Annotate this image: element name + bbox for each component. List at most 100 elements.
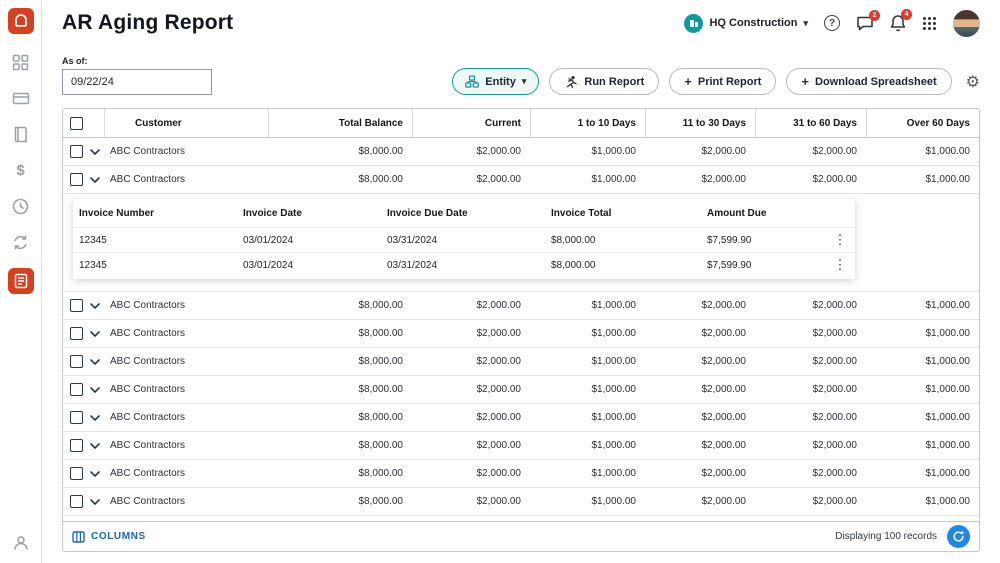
company-switcher[interactable]: HQ Construction ▾ [684,14,808,33]
row-actions-kebab-icon[interactable]: ⋮ [825,257,855,273]
days-31-60-cell: $2,000.00 [755,300,866,311]
current-cell: $2,000.00 [412,300,530,311]
download-spreadsheet-button[interactable]: + Download Spreadsheet [786,68,951,95]
row-checkbox[interactable] [70,145,83,158]
table-row[interactable]: ABC Contractors $8,000.00 $2,000.00 $1,0… [63,320,979,348]
row-checkbox[interactable] [70,439,83,452]
table-row[interactable]: ABC Contractors $8,000.00 $2,000.00 $1,0… [63,292,979,320]
columns-icon [72,531,85,543]
days-1-10-cell: $1,000.00 [530,440,645,451]
ledger-icon [13,126,28,143]
row-checkbox[interactable] [70,411,83,424]
print-report-button[interactable]: + Print Report [669,68,776,95]
aging-report-table: Customer Total Balance Current 1 to 10 D… [62,108,980,552]
days-31-60-cell: $2,000.00 [755,146,866,157]
row-expand-chevron-icon[interactable] [90,359,100,365]
table-row[interactable]: ABC Contractors $8,000.00 $2,000.00 $1,0… [63,166,979,194]
invoice-number-cell: 12345 [79,235,243,246]
row-expand-chevron-icon[interactable] [90,499,100,505]
notifications-button[interactable]: 4 [890,14,906,32]
invoice-number-cell: 12345 [79,260,243,271]
columns-button[interactable]: COLUMNS [72,531,146,543]
sidebar-item-support[interactable] [11,533,31,553]
row-expand-chevron-icon[interactable] [90,303,100,309]
row-checkbox[interactable] [70,467,83,480]
days-1-10-cell: $1,000.00 [530,356,645,367]
user-avatar[interactable] [953,10,980,37]
days-1-10-cell: $1,000.00 [530,300,645,311]
as-of-date-input[interactable] [71,76,213,88]
days-31-60-cell: $2,000.00 [755,174,866,185]
help-icon: ? [829,18,835,29]
days-31-60-cell: $2,000.00 [755,440,866,451]
table-row[interactable]: ABC Contractors $8,000.00 $2,000.00 $1,0… [63,488,979,516]
days-11-30-cell: $2,000.00 [645,146,755,157]
select-all-checkbox[interactable] [70,117,83,130]
invoice-date-cell: 03/01/2024 [243,260,387,271]
invoice-row[interactable]: 12345 03/01/2024 03/31/2024 $8,000.00 $7… [73,227,855,252]
over-60-cell: $1,000.00 [866,412,979,423]
invoice-row[interactable]: 12345 03/01/2024 03/31/2024 $8,000.00 $7… [73,252,855,277]
app-grid-button[interactable] [922,16,937,31]
dollar-icon: $ [16,162,24,179]
amount-due-cell: $7,599.90 [707,235,825,246]
total-balance-cell: $8,000.00 [268,356,412,367]
header-over-60-days: Over 60 Days [866,109,979,137]
sidebar-item-billing[interactable]: $ [11,160,31,180]
row-expand-chevron-icon[interactable] [90,471,100,477]
days-1-10-cell: $1,000.00 [530,328,645,339]
app-logo[interactable] [8,8,34,34]
sidebar-item-dashboard[interactable] [11,52,31,72]
table-row[interactable]: ABC Contractors $8,000.00 $2,000.00 $1,0… [63,432,979,460]
current-cell: $2,000.00 [412,146,530,157]
table-row[interactable]: ABC Contractors $8,000.00 $2,000.00 $1,0… [63,376,979,404]
as-of-date-field[interactable] [62,69,212,95]
invoice-total-cell: $8,000.00 [551,260,707,271]
refresh-icon [952,530,965,543]
row-expand-chevron-icon[interactable] [90,177,100,183]
row-checkbox[interactable] [70,495,83,508]
row-checkbox[interactable] [70,383,83,396]
header-invoice-due-date: Invoice Due Date [387,208,551,219]
sidebar-item-reports-active[interactable] [8,268,34,294]
sidebar-item-history[interactable] [11,196,31,216]
chat-button[interactable]: 2 [856,15,874,32]
print-report-label: Print Report [698,76,762,88]
sync-icon [12,234,29,251]
table-row[interactable]: ABC Contractors $8,000.00 $2,000.00 $1,0… [63,348,979,376]
dashboard-icon [12,54,29,71]
row-expand-chevron-icon[interactable] [90,331,100,337]
total-balance-cell: $8,000.00 [268,440,412,451]
table-row[interactable]: ABC Contractors $8,000.00 $2,000.00 $1,0… [63,460,979,488]
as-of-label: As of: [62,56,212,66]
chat-badge: 2 [869,10,880,21]
days-1-10-cell: $1,000.00 [530,174,645,185]
row-checkbox[interactable] [70,173,83,186]
row-actions-kebab-icon[interactable]: ⋮ [825,232,855,248]
sidebar-item-ledger[interactable] [11,124,31,144]
sidebar-item-payments[interactable] [11,88,31,108]
row-checkbox[interactable] [70,299,83,312]
row-expand-chevron-icon[interactable] [90,415,100,421]
row-checkbox[interactable] [70,355,83,368]
row-expand-chevron-icon[interactable] [90,149,100,155]
settings-gear-icon[interactable]: ⚙ [966,72,980,92]
row-expand-chevron-icon[interactable] [90,387,100,393]
invoice-subtable-header: Invoice Number Invoice Date Invoice Due … [73,199,855,227]
plus-icon: + [684,75,692,88]
row-expand-chevron-icon[interactable] [90,443,100,449]
records-count: Displaying 100 records [835,531,937,542]
entity-dropdown[interactable]: Entity ▾ [452,68,539,95]
table-row[interactable]: ABC Contractors $8,000.00 $2,000.00 $1,0… [63,138,979,166]
days-31-60-cell: $2,000.00 [755,384,866,395]
run-report-button[interactable]: Run Report [549,68,659,95]
row-checkbox[interactable] [70,327,83,340]
table-row[interactable]: ABC Contractors $8,000.00 $2,000.00 $1,0… [63,404,979,432]
total-balance-cell: $8,000.00 [268,384,412,395]
refresh-button[interactable] [947,525,970,548]
sidebar-item-sync[interactable] [11,232,31,252]
help-button[interactable]: ? [824,15,840,31]
header-invoice-number: Invoice Number [79,208,243,219]
current-cell: $2,000.00 [412,174,530,185]
days-1-10-cell: $1,000.00 [530,412,645,423]
